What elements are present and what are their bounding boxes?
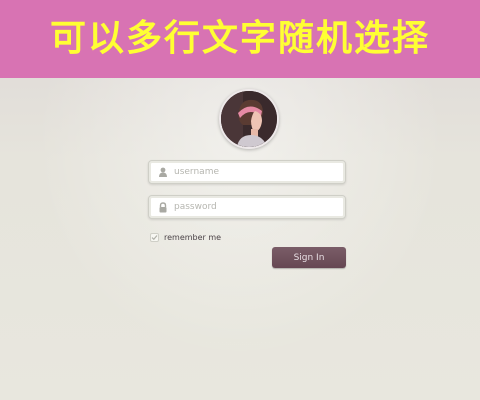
username-input[interactable] [174, 162, 324, 182]
password-input[interactable] [174, 197, 324, 217]
avatar [219, 89, 279, 149]
sign-in-button[interactable]: Sign In [272, 247, 346, 268]
password-field[interactable] [148, 195, 346, 219]
user-icon [152, 160, 174, 184]
username-field[interactable] [148, 160, 346, 184]
remember-me[interactable]: remember me [150, 233, 221, 242]
checkmark-icon [151, 235, 158, 241]
promo-banner: 可以多行文字随机选择 [0, 0, 480, 78]
remember-checkbox[interactable] [150, 233, 159, 242]
lock-icon [152, 195, 174, 219]
remember-label: remember me [164, 233, 222, 242]
login-page: 可以多行文字随机选择 username remember me Sign In [0, 0, 480, 400]
profile-photo-icon [221, 91, 277, 147]
banner-text: 可以多行文字随机选择 [49, 18, 430, 59]
